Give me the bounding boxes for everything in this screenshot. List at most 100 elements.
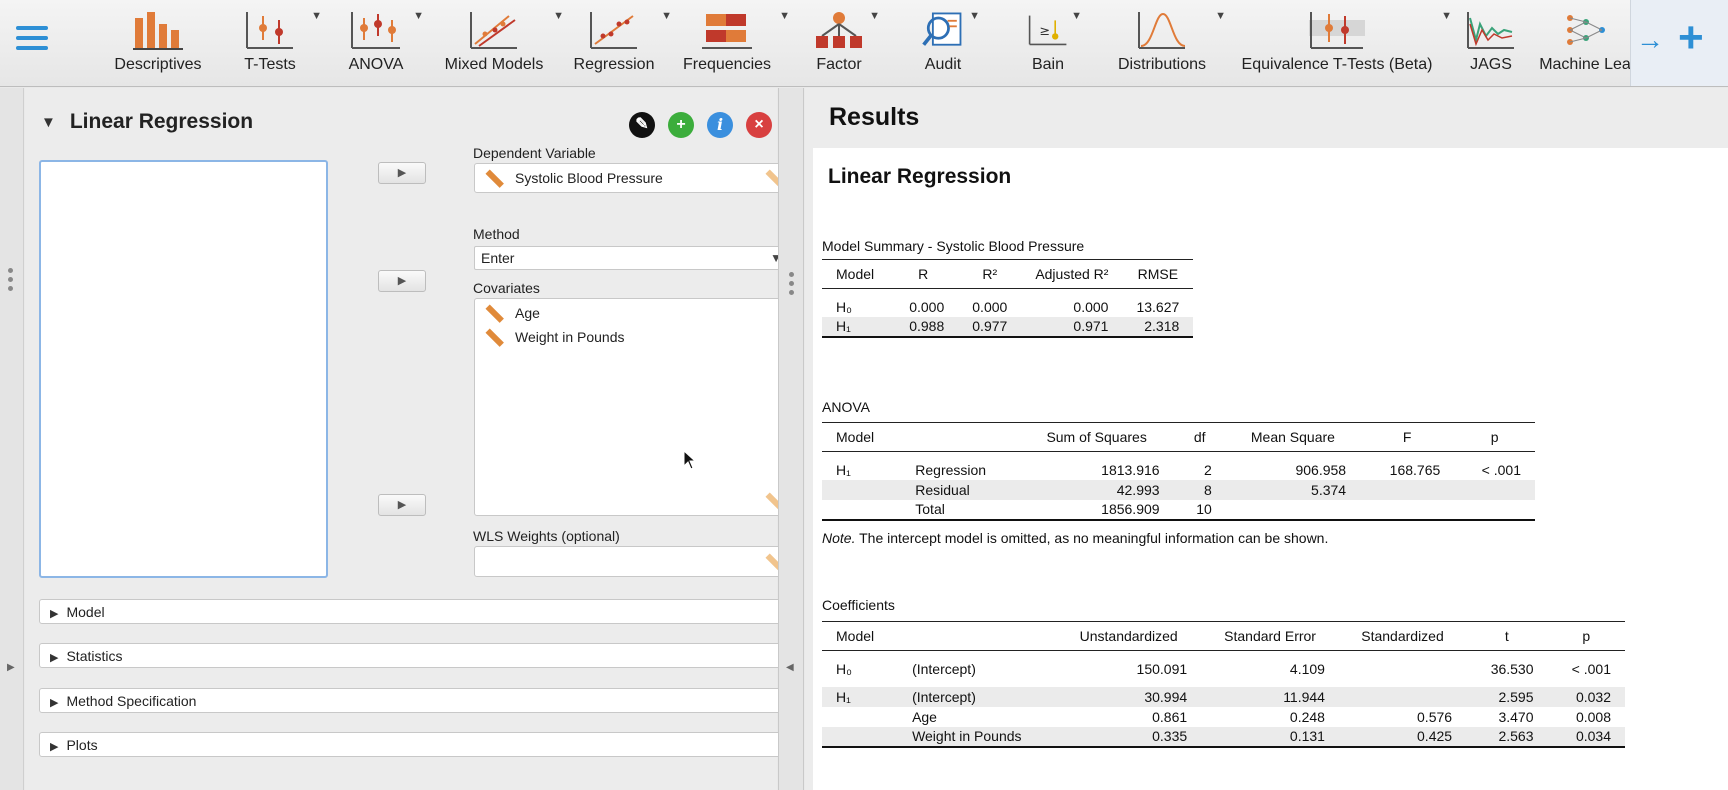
scale-variable-icon (485, 328, 504, 347)
module-bain[interactable]: ≥ ▼ Bain (1028, 6, 1082, 74)
chevron-down-icon: ▼ (869, 10, 880, 22)
mixed-models-icon (470, 12, 517, 49)
coefficients-caption: Coefficients (822, 597, 895, 613)
results-output: Linear Regression Model Summary - Systol… (813, 148, 1728, 790)
table-row: H₁ 0.988 0.977 0.971 2.318 (822, 316, 1194, 338)
coefficients-table: Model Unstandardized Standard Error Stan… (822, 621, 1625, 748)
expand-left-icon[interactable]: ▶ (7, 662, 15, 673)
anova-table: Model Sum of Squares df Mean Square F p … (822, 422, 1535, 521)
table-row: Weight in Pounds 0.335 0.131 0.425 2.563… (822, 726, 1625, 748)
collapse-left-icon[interactable]: ◀ (786, 662, 794, 673)
table-row: Total 1856.909 10 (822, 499, 1535, 521)
analysis-options-pane: ▼ Linear Regression ✎ + i × ▶ ▶ ▶ Depend… (25, 88, 789, 790)
list-item[interactable]: Age (475, 301, 788, 325)
t-tests-icon (246, 12, 293, 49)
chevron-down-icon: ▼ (1441, 10, 1452, 22)
arrow-right-icon[interactable]: → (1636, 24, 1664, 56)
module-regression[interactable]: ▼ Regression (570, 6, 672, 74)
module-t-tests[interactable]: ▼ T-Tests (232, 6, 322, 74)
close-analysis-icon[interactable]: × (746, 112, 772, 138)
svg-text:≥: ≥ (1039, 24, 1050, 39)
anova-caption: ANOVA (822, 399, 870, 415)
results-header: Results (829, 103, 920, 131)
table-row: H₀ 0.000 0.000 0.000 13.627 (836, 298, 1180, 315)
covariates-label: Covariates (473, 280, 540, 296)
pane-splitter[interactable]: ◀ (778, 88, 804, 790)
mouse-cursor-icon (683, 450, 695, 470)
assign-dependent-button[interactable]: ▶ (378, 162, 426, 184)
section-statistics[interactable]: ▶ Statistics (39, 643, 789, 668)
module-frequencies[interactable]: ▼ Frequencies (678, 6, 790, 74)
chevron-down-icon: ▼ (969, 10, 980, 22)
drag-handle-icon[interactable] (8, 268, 14, 295)
table-header-row: Model Unstandardized Standard Error Stan… (822, 621, 1625, 651)
dependent-variable-field[interactable]: Systolic Blood Pressure (474, 163, 789, 193)
expand-triangle-icon: ▶ (50, 652, 59, 664)
available-variables-list[interactable] (39, 160, 328, 578)
regression-icon (590, 12, 637, 49)
distributions-icon (1138, 12, 1186, 49)
chevron-down-icon: ▼ (1071, 10, 1082, 22)
analysis-title: Linear Regression (69, 110, 254, 133)
module-jags[interactable]: JAGS (1466, 6, 1516, 74)
results-analysis-title: Linear Regression (828, 165, 1012, 188)
module-machine-learning[interactable]: Machine Lea (1536, 6, 1634, 74)
section-method-specification[interactable]: ▶ Method Specification (39, 688, 789, 713)
chevron-down-icon: ▼ (661, 10, 672, 22)
anova-note: Note. The intercept model is omitted, as… (822, 530, 1329, 546)
chevron-down-icon: ▼ (553, 10, 564, 22)
jags-icon (1467, 12, 1514, 49)
table-row: H₁ Regression 1813.916 2 906.958 168.765… (836, 461, 1521, 478)
ribbon-toolbar: Descriptives ▼ T-Tests ▼ ANOVA ▼ Mixed M… (0, 0, 1728, 87)
collapse-triangle-icon[interactable]: ▼ (41, 114, 56, 131)
machine-learning-icon (1567, 15, 1605, 45)
analysis-header[interactable]: ▼ Linear Regression (41, 110, 253, 134)
assign-wls-button[interactable]: ▶ (378, 494, 426, 516)
table-row: H₀ (Intercept) 150.091 4.109 36.530 < .0… (836, 660, 1611, 677)
model-summary-table: Model R R² Adjusted R² RMSE H₀ 0.000 0.0… (822, 259, 1194, 338)
bain-icon: ≥ (1028, 15, 1067, 46)
wls-weights-field[interactable] (474, 546, 789, 577)
descriptives-icon (133, 12, 183, 50)
module-anova[interactable]: ▼ ANOVA (342, 6, 424, 74)
module-audit[interactable]: ▼ Audit (920, 6, 980, 74)
duplicate-analysis-icon[interactable]: + (668, 112, 694, 138)
expand-triangle-icon: ▶ (50, 697, 59, 709)
hamburger-menu-icon[interactable] (16, 26, 48, 58)
add-module-plus-icon[interactable]: + (1678, 16, 1704, 60)
expand-triangle-icon: ▶ (50, 741, 59, 753)
edit-title-icon[interactable]: ✎ (629, 112, 655, 138)
drag-handle-icon[interactable] (789, 272, 795, 299)
table-row: H₁ (Intercept) 30.994 11.944 2.595 0.032 (822, 686, 1625, 707)
equivalence-icon (1309, 12, 1365, 49)
module-mixed-models[interactable]: ▼ Mixed Models (438, 6, 564, 74)
anova-icon (351, 12, 400, 49)
table-header-row: Model R R² Adjusted R² RMSE (822, 259, 1194, 289)
info-icon[interactable]: i (707, 112, 733, 138)
section-plots[interactable]: ▶ Plots (39, 732, 789, 757)
scale-variable-icon (485, 304, 504, 323)
module-descriptives[interactable]: Descriptives (108, 6, 208, 74)
module-equivalence-t-tests[interactable]: ▼ Equivalence T-Tests (Beta) (1236, 6, 1452, 74)
table-row: Age 0.861 0.248 0.576 3.470 0.008 (912, 708, 1611, 725)
wls-weights-label: WLS Weights (optional) (473, 528, 620, 544)
dependent-variable-label: Dependent Variable (473, 145, 596, 161)
module-distributions[interactable]: ▼ Distributions (1112, 6, 1226, 74)
factor-icon (816, 12, 862, 48)
method-label: Method (473, 226, 520, 242)
results-pane: Results Linear Regression Model Summary … (805, 88, 1728, 790)
chevron-down-icon: ▼ (1215, 10, 1226, 22)
method-dropdown[interactable]: Enter ▼ (474, 246, 789, 270)
list-item[interactable]: Weight in Pounds (475, 325, 788, 349)
left-collapse-strip[interactable]: ▶ (0, 88, 24, 790)
model-summary-caption: Model Summary - Systolic Blood Pressure (822, 238, 1085, 254)
section-model[interactable]: ▶ Model (39, 599, 789, 624)
expand-triangle-icon: ▶ (50, 608, 59, 620)
frequencies-icon (702, 14, 752, 49)
covariates-list[interactable]: Age Weight in Pounds (474, 298, 789, 516)
method-value: Enter (481, 250, 515, 266)
table-row: Residual 42.993 8 5.374 (822, 479, 1535, 500)
assign-covariates-button[interactable]: ▶ (378, 270, 426, 292)
module-factor[interactable]: ▼ Factor (812, 6, 880, 74)
table-header-row: Model Sum of Squares df Mean Square F p (822, 422, 1535, 452)
